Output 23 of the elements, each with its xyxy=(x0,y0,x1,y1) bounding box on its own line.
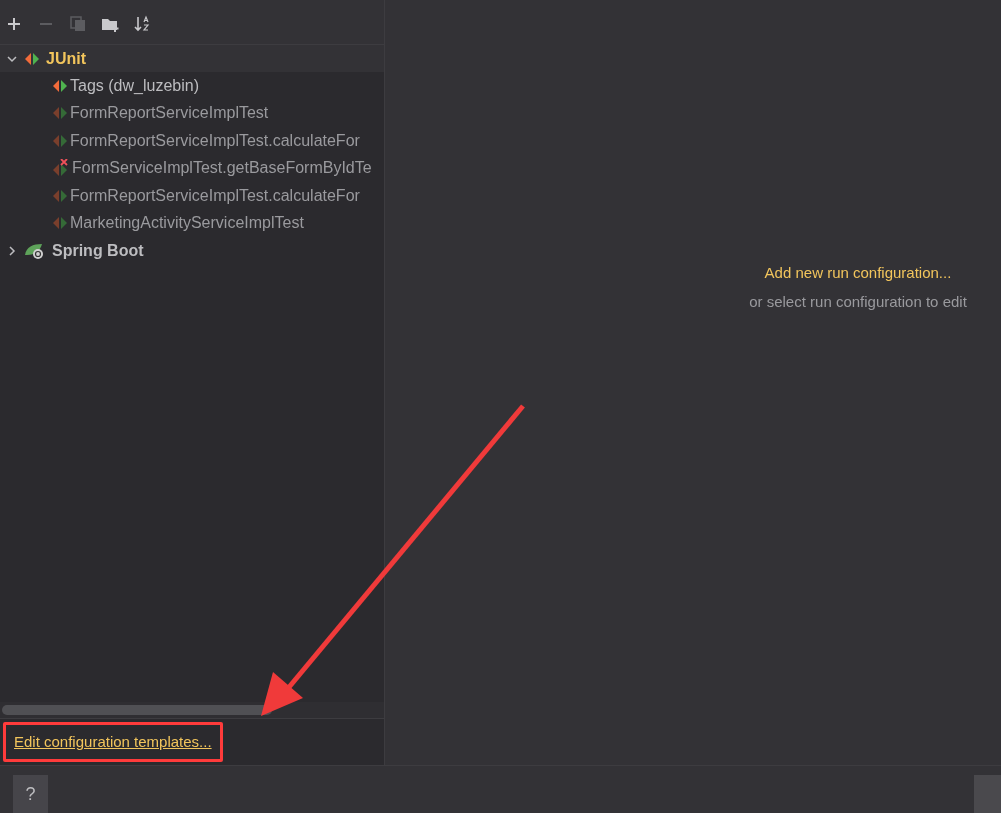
junit-icon xyxy=(52,106,68,121)
scrollbar-thumb[interactable] xyxy=(2,705,272,715)
junit-icon xyxy=(52,216,68,231)
junit-icon xyxy=(24,51,40,66)
tree-item[interactable]: FormServiceImplTest.getBaseFormByIdTe xyxy=(0,154,384,182)
tree-item[interactable]: FormReportServiceImplTest.calculateFor xyxy=(0,127,384,155)
junit-icon xyxy=(52,78,68,93)
tree-item[interactable]: Spring Boot xyxy=(0,237,384,264)
junit-icon xyxy=(52,133,68,148)
tree-item[interactable]: FormReportServiceImplTest.calculateFor xyxy=(0,182,384,210)
chevron-right-icon[interactable] xyxy=(6,244,18,257)
help-button[interactable]: ? xyxy=(13,775,48,813)
junit-icon xyxy=(52,188,68,203)
tree-item[interactable]: MarketingActivityServiceImplTest xyxy=(0,209,384,237)
add-icon[interactable] xyxy=(5,15,23,33)
add-configuration-link[interactable]: Add new run configuration... xyxy=(764,262,952,285)
hint-text: or select run configuration to edit xyxy=(749,291,967,312)
tree-item[interactable]: JUnit xyxy=(0,45,384,72)
sort-icon[interactable] xyxy=(133,15,151,33)
tree-item[interactable]: Tags (dw_luzebin) xyxy=(0,72,384,100)
junit-error-icon xyxy=(52,159,70,178)
tree-item[interactable]: FormReportServiceImplTest xyxy=(0,99,384,127)
spring-boot-icon xyxy=(24,241,46,260)
